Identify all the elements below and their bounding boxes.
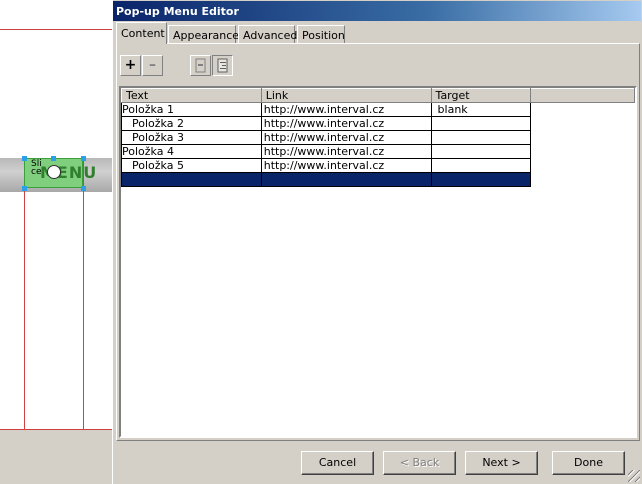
slice-target-icon <box>47 165 61 179</box>
guide-line <box>0 29 112 30</box>
cell-target[interactable] <box>430 144 532 159</box>
cell-text[interactable]: Položka 3 <box>121 130 262 145</box>
outdent-button[interactable] <box>190 55 211 76</box>
back-button[interactable]: < Back <box>383 451 456 475</box>
slice-handle[interactable] <box>81 156 86 161</box>
cell-link[interactable]: http://www.interval.cz <box>260 116 432 131</box>
cell-link[interactable]: http://www.interval.cz <box>260 130 432 145</box>
table-row[interactable]: Položka 1 http://www.interval.cz blank <box>121 102 635 117</box>
cancel-button[interactable]: Cancel <box>301 451 374 475</box>
table-row[interactable]: Položka 3 http://www.interval.cz <box>121 130 635 145</box>
slice-handle[interactable] <box>51 156 56 161</box>
cell-link[interactable]: http://www.interval.cz <box>260 102 432 117</box>
cell-text[interactable]: Položka 4 <box>121 144 262 159</box>
add-item-button[interactable]: + <box>120 55 141 76</box>
cell-text[interactable]: Položka 1 <box>121 102 262 117</box>
column-header-link[interactable]: Link <box>260 88 432 103</box>
cell-target[interactable] <box>430 158 532 173</box>
slice-handle[interactable] <box>22 186 27 191</box>
column-header-empty <box>530 88 635 103</box>
guide-line <box>24 158 25 430</box>
cell-target[interactable] <box>430 130 532 145</box>
table-row[interactable] <box>121 172 635 187</box>
cell-target[interactable] <box>430 172 532 187</box>
minus-icon: – <box>149 57 156 73</box>
cell-link[interactable] <box>260 172 432 187</box>
tab-content[interactable]: Content <box>116 22 167 44</box>
column-header-text[interactable]: Text <box>121 88 262 103</box>
next-button[interactable]: Next > <box>465 451 538 475</box>
cell-text[interactable]: Položka 5 <box>121 158 262 173</box>
cell-target[interactable]: blank <box>430 102 532 117</box>
document-canvas[interactable]: MENU Sli ce <box>0 0 112 484</box>
done-button[interactable]: Done <box>552 451 625 475</box>
cell-text[interactable] <box>121 172 262 187</box>
cell-link[interactable]: http://www.interval.cz <box>260 158 432 173</box>
table-row[interactable]: Položka 2 http://www.interval.cz <box>121 116 635 131</box>
plus-icon: + <box>124 57 137 73</box>
slice-label: Sli ce <box>31 159 42 177</box>
dialog-title: Pop-up Menu Editor <box>116 5 239 18</box>
title-bar[interactable]: Pop-up Menu Editor <box>113 1 641 21</box>
popup-menu-editor-dialog: Pop-up Menu Editor Content Appearance Ad… <box>112 0 642 484</box>
table-row[interactable]: Položka 4 http://www.interval.cz <box>121 144 635 159</box>
tab-position[interactable]: Position <box>297 25 345 43</box>
guide-line <box>83 158 84 430</box>
outdent-icon <box>195 58 206 73</box>
column-header-target[interactable]: Target <box>430 88 532 103</box>
indent-icon <box>217 58 228 73</box>
cell-link[interactable]: http://www.interval.cz <box>260 144 432 159</box>
menu-items-grid: Text Link Target Položka 1 http://www.int… <box>121 88 635 187</box>
tab-appearance[interactable]: Appearance <box>168 25 239 43</box>
table-header: Text Link Target <box>121 88 635 103</box>
tab-advanced[interactable]: Advanced <box>238 25 297 43</box>
menu-items-table[interactable]: Text Link Target Položka 1 http://www.int… <box>119 86 637 438</box>
indent-button[interactable] <box>212 55 233 76</box>
slice-handle[interactable] <box>81 186 86 191</box>
resize-grip-icon[interactable] <box>628 470 640 482</box>
slice-handle[interactable] <box>22 156 27 161</box>
cell-text[interactable]: Položka 2 <box>121 116 262 131</box>
remove-item-button[interactable]: – <box>142 55 163 76</box>
cell-target[interactable] <box>430 116 532 131</box>
canvas-footer <box>0 430 112 484</box>
table-row[interactable]: Položka 5 http://www.interval.cz <box>121 158 635 173</box>
